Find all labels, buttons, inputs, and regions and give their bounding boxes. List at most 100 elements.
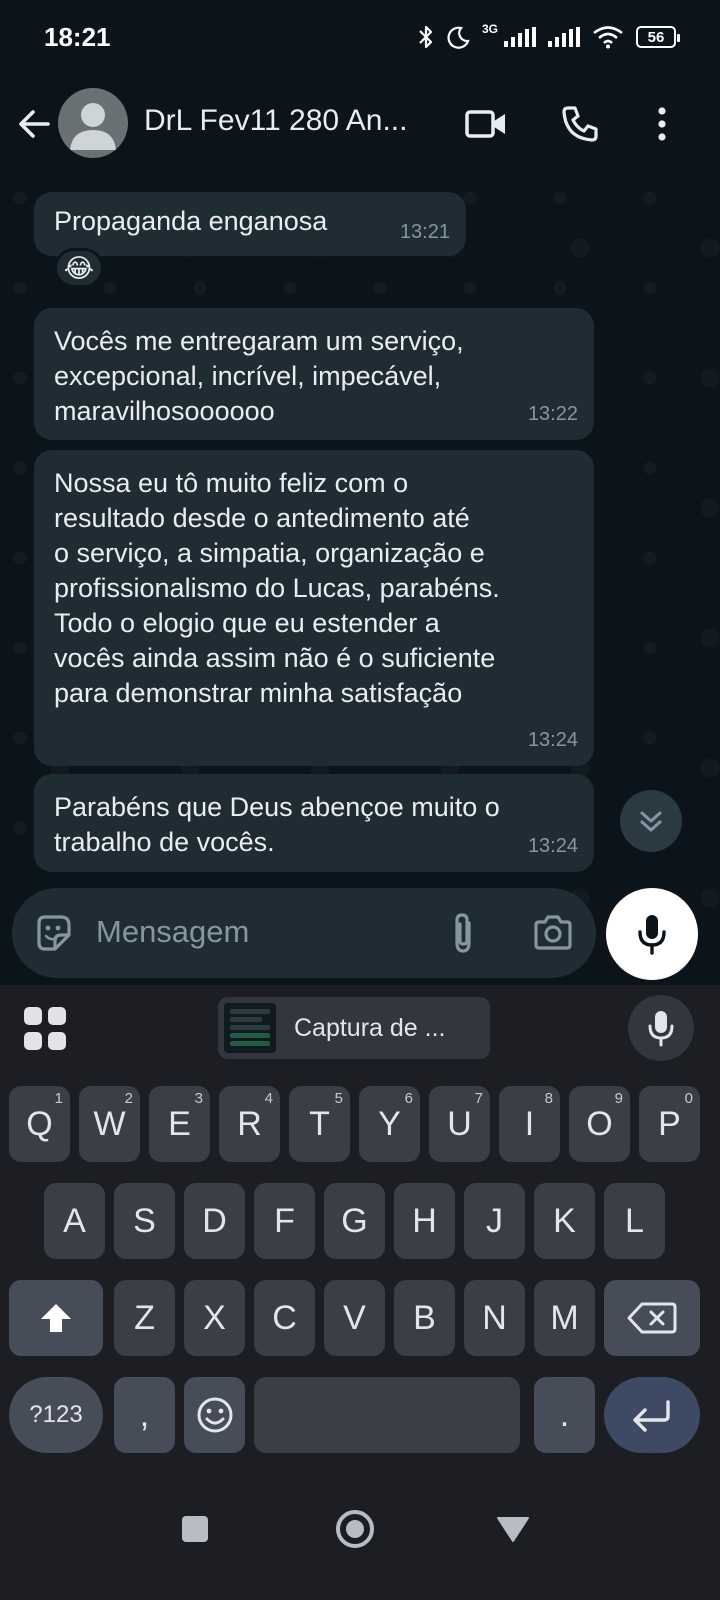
key-label: C bbox=[272, 1298, 297, 1337]
shift-arrow-icon bbox=[41, 1304, 71, 1332]
mic-icon bbox=[648, 1011, 674, 1047]
key-v[interactable]: V bbox=[324, 1280, 385, 1356]
video-call-button[interactable] bbox=[462, 100, 510, 148]
home-button[interactable] bbox=[330, 1504, 380, 1554]
battery-icon: 56 bbox=[636, 26, 680, 48]
status-icons: 3G 56 bbox=[418, 22, 680, 52]
key-k[interactable]: K bbox=[534, 1183, 595, 1259]
comma-key[interactable]: , bbox=[114, 1377, 175, 1453]
key-s[interactable]: S bbox=[114, 1183, 175, 1259]
signal-icon bbox=[504, 27, 536, 47]
chat-area: Propaganda enganosa 13:21 😂 Vocês me ent… bbox=[0, 178, 720, 998]
more-options-button[interactable] bbox=[638, 100, 686, 148]
message-placeholder: Mensagem bbox=[96, 914, 250, 949]
key-label: N bbox=[482, 1298, 507, 1337]
attach-button[interactable] bbox=[440, 910, 486, 956]
key-label: E bbox=[168, 1104, 191, 1143]
emoji-key[interactable] bbox=[184, 1377, 245, 1453]
key-l[interactable]: L bbox=[604, 1183, 665, 1259]
message-input[interactable]: Mensagem bbox=[12, 888, 596, 978]
shift-key[interactable] bbox=[9, 1280, 103, 1356]
default-avatar-icon bbox=[70, 103, 116, 150]
key-label: V bbox=[343, 1298, 366, 1337]
key-label: R bbox=[237, 1104, 262, 1143]
composer: Mensagem bbox=[0, 880, 720, 990]
key-label: A bbox=[63, 1201, 86, 1240]
key-u[interactable]: U7 bbox=[429, 1086, 490, 1162]
key-t[interactable]: T5 bbox=[289, 1086, 350, 1162]
contact-name[interactable]: DrL Fev11 280 An... bbox=[144, 104, 434, 138]
mic-icon bbox=[638, 915, 666, 955]
message-bubble[interactable]: Nossa eu tô muito feliz com o resultado … bbox=[34, 450, 594, 766]
key-g[interactable]: G bbox=[324, 1183, 385, 1259]
sticker-icon bbox=[37, 915, 71, 951]
key-label: M bbox=[550, 1298, 579, 1337]
message-text: Vocês me entregaram um serviço, excepcio… bbox=[54, 326, 464, 426]
key-label: G bbox=[341, 1201, 368, 1240]
key-label: F bbox=[274, 1201, 295, 1240]
key-h[interactable]: H bbox=[394, 1183, 455, 1259]
key-label: P bbox=[658, 1104, 681, 1143]
key-n[interactable]: N bbox=[464, 1280, 525, 1356]
signal-icon bbox=[548, 27, 580, 47]
emoji-icon bbox=[197, 1397, 232, 1433]
key-hint: 3 bbox=[194, 1090, 203, 1107]
key-i[interactable]: I8 bbox=[499, 1086, 560, 1162]
keyboard-voice-button[interactable] bbox=[628, 995, 694, 1061]
message-reaction[interactable]: 😂 bbox=[54, 248, 104, 288]
key-z[interactable]: Z bbox=[114, 1280, 175, 1356]
enter-icon bbox=[633, 1400, 670, 1432]
voice-call-button[interactable] bbox=[556, 100, 604, 148]
key-label: L bbox=[625, 1201, 644, 1240]
message-time: 13:22 bbox=[527, 403, 578, 425]
symbols-key[interactable]: ?123 bbox=[9, 1377, 103, 1453]
message-time: 13:24 bbox=[527, 835, 578, 857]
key-label: D bbox=[202, 1201, 227, 1240]
back-nav-button[interactable] bbox=[488, 1504, 538, 1554]
message-bubble[interactable]: Propaganda enganosa 13:21 bbox=[34, 192, 466, 256]
clipboard-suggestion[interactable]: Captura de ... bbox=[218, 997, 490, 1059]
key-w[interactable]: W2 bbox=[79, 1086, 140, 1162]
key-o[interactable]: O9 bbox=[569, 1086, 630, 1162]
key-label: H bbox=[412, 1201, 437, 1240]
avatar[interactable] bbox=[58, 88, 128, 158]
camera-button[interactable] bbox=[530, 910, 576, 956]
key-e[interactable]: E3 bbox=[149, 1086, 210, 1162]
key-a[interactable]: A bbox=[44, 1183, 105, 1259]
message-bubble[interactable]: Parabéns que Deus abençoe muito o trabal… bbox=[34, 774, 594, 872]
key-x[interactable]: X bbox=[184, 1280, 245, 1356]
key-b[interactable]: B bbox=[394, 1280, 455, 1356]
back-button[interactable] bbox=[14, 104, 54, 144]
sticker-button[interactable] bbox=[30, 910, 76, 956]
back-arrow-icon bbox=[19, 110, 50, 138]
key-label: T bbox=[309, 1104, 330, 1143]
key-label: S bbox=[133, 1201, 156, 1240]
key-label: W bbox=[93, 1104, 126, 1143]
more-vert-icon bbox=[658, 107, 666, 141]
message-bubble[interactable]: Vocês me entregaram um serviço, excepcio… bbox=[34, 308, 594, 440]
apps-grid-icon[interactable] bbox=[24, 1007, 68, 1051]
voice-message-button[interactable] bbox=[606, 888, 698, 980]
key-y[interactable]: Y6 bbox=[359, 1086, 420, 1162]
key-hint: 1 bbox=[54, 1090, 63, 1107]
key-p[interactable]: P0 bbox=[639, 1086, 700, 1162]
key-j[interactable]: J bbox=[464, 1183, 525, 1259]
network-label: 3G bbox=[481, 22, 498, 36]
key-hint: 9 bbox=[614, 1090, 623, 1107]
status-time: 18:21 bbox=[44, 22, 111, 52]
key-c[interactable]: C bbox=[254, 1280, 315, 1356]
key-d[interactable]: D bbox=[184, 1183, 245, 1259]
key-hint: 7 bbox=[474, 1090, 483, 1107]
period-key[interactable]: . bbox=[534, 1377, 595, 1453]
key-f[interactable]: F bbox=[254, 1183, 315, 1259]
enter-key[interactable] bbox=[604, 1377, 700, 1453]
key-label: K bbox=[553, 1201, 576, 1240]
recents-button[interactable] bbox=[170, 1504, 220, 1554]
backspace-key[interactable] bbox=[604, 1280, 700, 1356]
key-r[interactable]: R4 bbox=[219, 1086, 280, 1162]
key-q[interactable]: Q1 bbox=[9, 1086, 70, 1162]
camera-icon bbox=[534, 915, 572, 950]
spacebar[interactable] bbox=[254, 1377, 520, 1453]
key-m[interactable]: M bbox=[534, 1280, 595, 1356]
scroll-to-bottom-button[interactable] bbox=[620, 790, 682, 852]
